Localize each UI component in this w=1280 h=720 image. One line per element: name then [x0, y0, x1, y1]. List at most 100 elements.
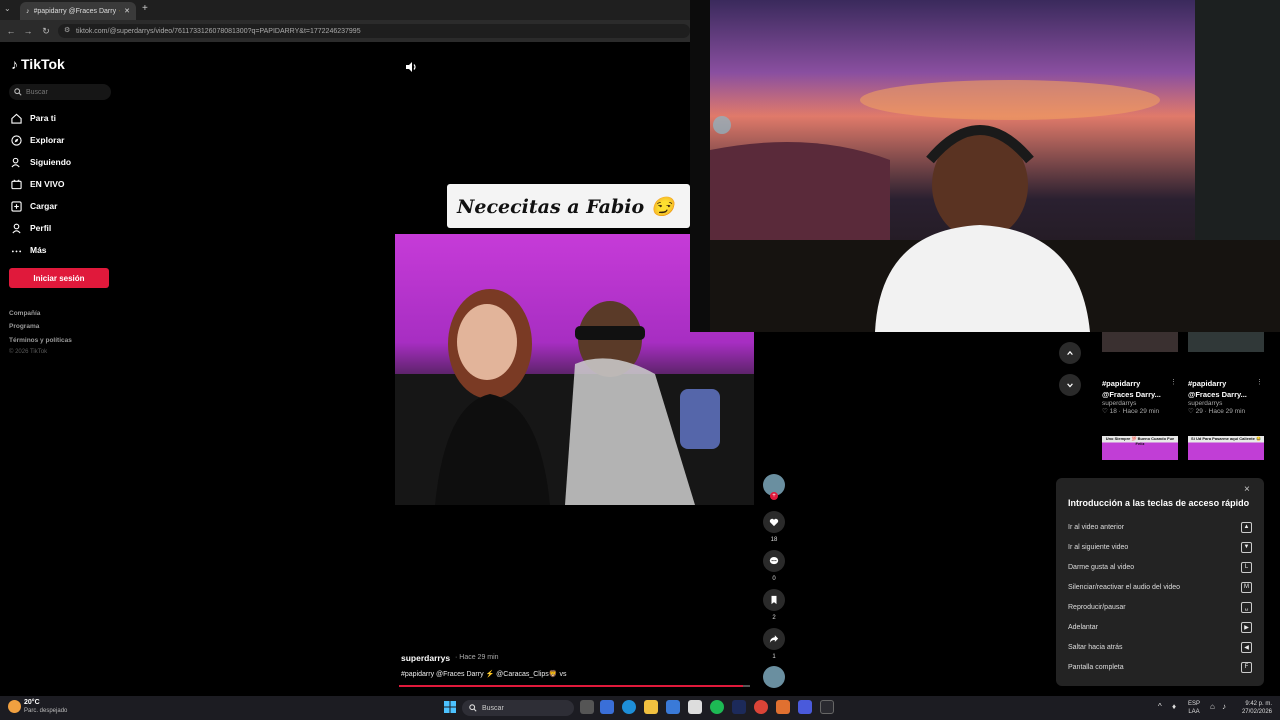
comment-icon: [769, 557, 779, 565]
shortcut-label: Reproducir/pausar: [1068, 603, 1126, 611]
footer-link-company[interactable]: Compañía: [9, 310, 40, 317]
sidebar-item-cargar[interactable]: Cargar: [11, 199, 121, 213]
url-field[interactable]: tiktok.com/@superdarrys/video/7611733126…: [58, 24, 690, 38]
related-thumb[interactable]: [1188, 332, 1264, 352]
follow-plus-icon[interactable]: +: [770, 492, 778, 500]
key-space-icon: ␣: [1241, 601, 1252, 613]
tiktok-note-icon: ♪: [11, 56, 18, 72]
premiere-icon[interactable]: [732, 700, 746, 714]
save-button[interactable]: [763, 589, 785, 611]
like-count: 18: [770, 537, 778, 543]
related-thumb[interactable]: [1102, 332, 1178, 352]
shortcut-row: Pantalla completa F: [1068, 661, 1252, 673]
search-icon: [14, 88, 22, 96]
windows-start-icon[interactable]: [444, 701, 456, 713]
weather-desc: Parc. despejado: [24, 708, 68, 714]
previous-video-button[interactable]: [1059, 342, 1081, 364]
sidebar-item-perfil[interactable]: Perfil: [11, 221, 121, 235]
related-card[interactable]: #papidarry @Fraces Darry... superdarrys …: [1102, 378, 1172, 415]
shortcut-row: Saltar hacia atrás ◀: [1068, 641, 1252, 653]
edge-icon[interactable]: [622, 700, 636, 714]
volume-icon[interactable]: [404, 60, 418, 74]
thumb-caption: Si Ud Para Pasarme aqui Caliente 😂: [1191, 436, 1261, 441]
login-button[interactable]: Iniciar sesión: [9, 268, 109, 288]
obs-icon[interactable]: [820, 700, 834, 714]
related-card-author: superdarrys: [1188, 400, 1223, 407]
card-more-icon[interactable]: ⋮: [1256, 378, 1263, 386]
sidebar-item-mas[interactable]: Más: [11, 243, 121, 257]
chrome-icon[interactable]: [754, 700, 768, 714]
weather-temp[interactable]: 20°C: [24, 699, 40, 706]
next-video-button[interactable]: [1059, 374, 1081, 396]
related-thumb[interactable]: Si Ud Para Pasarme aqui Caliente 😂: [1188, 436, 1264, 460]
system-clock[interactable]: 9:42 p. m. 27/02/2026: [1236, 700, 1272, 716]
site-info-icon[interactable]: ⚙: [64, 26, 70, 34]
key-m-icon: M: [1241, 581, 1252, 593]
shortcuts-title: Introducción a las teclas de acceso rápi…: [1068, 498, 1250, 508]
tiktok-logo[interactable]: ♪ TikTok: [11, 56, 65, 72]
music-disc-icon[interactable]: [763, 666, 785, 688]
lang-line2: LAA: [1188, 709, 1200, 715]
footer-link-terms[interactable]: Términos y políticas: [9, 337, 72, 344]
related-thumb[interactable]: Uno Siempre 💯 Bueno Cuando Fue Feliz: [1102, 436, 1178, 460]
chevron-up-icon: [1067, 350, 1073, 355]
app-icon[interactable]: [776, 700, 790, 714]
comment-button[interactable]: [763, 550, 785, 572]
search-input[interactable]: Buscar: [9, 84, 111, 100]
card-more-icon[interactable]: ⋮: [1170, 378, 1177, 386]
shortcut-row: Silenciar/reactivar el audio del video M: [1068, 581, 1252, 593]
tray-chevron-icon[interactable]: ^: [1158, 702, 1162, 711]
footer-link-program[interactable]: Programa: [9, 323, 39, 330]
sidebar-item-label: EN VIVO: [30, 179, 65, 189]
share-button[interactable]: [763, 628, 785, 650]
webcam-overlay: [690, 0, 1280, 332]
network-icon[interactable]: ⌂: [1210, 702, 1215, 711]
windows-taskbar: [0, 696, 1280, 720]
shortcut-row: Darme gusta al video L: [1068, 561, 1252, 573]
sidebar-item-en-vivo[interactable]: EN VIVO: [11, 177, 121, 191]
shortcut-label: Pantalla completa: [1068, 663, 1124, 671]
logo-text: TikTok: [21, 56, 65, 72]
related-card[interactable]: #papidarry @Fraces Darry... superdarrys …: [1188, 378, 1258, 415]
close-icon[interactable]: ×: [1244, 484, 1250, 495]
url-text: tiktok.com/@superdarrys/video/7611733126…: [76, 27, 361, 35]
sidebar-item-label: Cargar: [30, 201, 58, 211]
video-progress-bar[interactable]: [399, 685, 750, 687]
clock-date: 27/02/2026: [1241, 709, 1272, 715]
sidebar-item-siguiendo[interactable]: Siguiendo: [11, 155, 121, 169]
video-author[interactable]: superdarrys: [401, 653, 450, 663]
more-icon: [11, 250, 22, 252]
speaker-icon[interactable]: ♪: [1222, 702, 1226, 711]
following-icon: [11, 157, 20, 167]
forward-icon[interactable]: →: [21, 24, 35, 38]
tab-list-icon[interactable]: ⌄: [4, 4, 11, 13]
webcam-image: [690, 0, 1280, 332]
share-count: 1: [772, 654, 776, 660]
shortcut-row: Ir al video anterior ▲: [1068, 521, 1252, 533]
close-tab-icon[interactable]: ✕: [124, 7, 130, 15]
reload-icon[interactable]: ↻: [39, 24, 53, 38]
comment-count: 0: [772, 576, 776, 582]
task-view-icon[interactable]: [580, 700, 594, 714]
spotify-icon[interactable]: [710, 700, 724, 714]
like-button[interactable]: [763, 511, 785, 533]
new-tab-button[interactable]: +: [142, 3, 148, 14]
mail-icon[interactable]: [666, 700, 680, 714]
language-indicator[interactable]: ESP LAA: [1188, 700, 1200, 716]
weather-icon[interactable]: [8, 700, 21, 713]
sidebar-item-explorar[interactable]: Explorar: [11, 133, 121, 147]
teams-icon[interactable]: [798, 700, 812, 714]
home-icon: [11, 113, 22, 124]
taskbar-search[interactable]: Buscar: [462, 700, 574, 716]
tray-app-icon[interactable]: ♦: [1172, 702, 1176, 711]
sidebar-item-label: Siguiendo: [30, 157, 72, 167]
widgets-icon[interactable]: [600, 700, 614, 714]
store-icon[interactable]: [688, 700, 702, 714]
back-icon[interactable]: ←: [4, 24, 18, 38]
file-explorer-icon[interactable]: [644, 700, 658, 714]
sidebar-item-para-ti[interactable]: Para ti: [11, 111, 121, 125]
search-placeholder: Buscar: [26, 88, 48, 96]
key-left-icon: ◀: [1241, 641, 1252, 653]
related-card-meta: ♡ 29 · Hace 29 min: [1188, 408, 1246, 415]
browser-tab[interactable]: ♪ #papidarry @Fraces Darry ⚡ ... ✕: [20, 2, 136, 20]
